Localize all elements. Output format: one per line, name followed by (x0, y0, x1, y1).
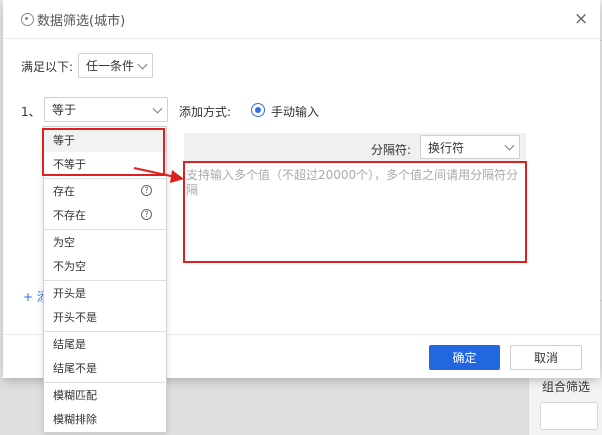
annotation-arrow-icon (133, 167, 184, 183)
